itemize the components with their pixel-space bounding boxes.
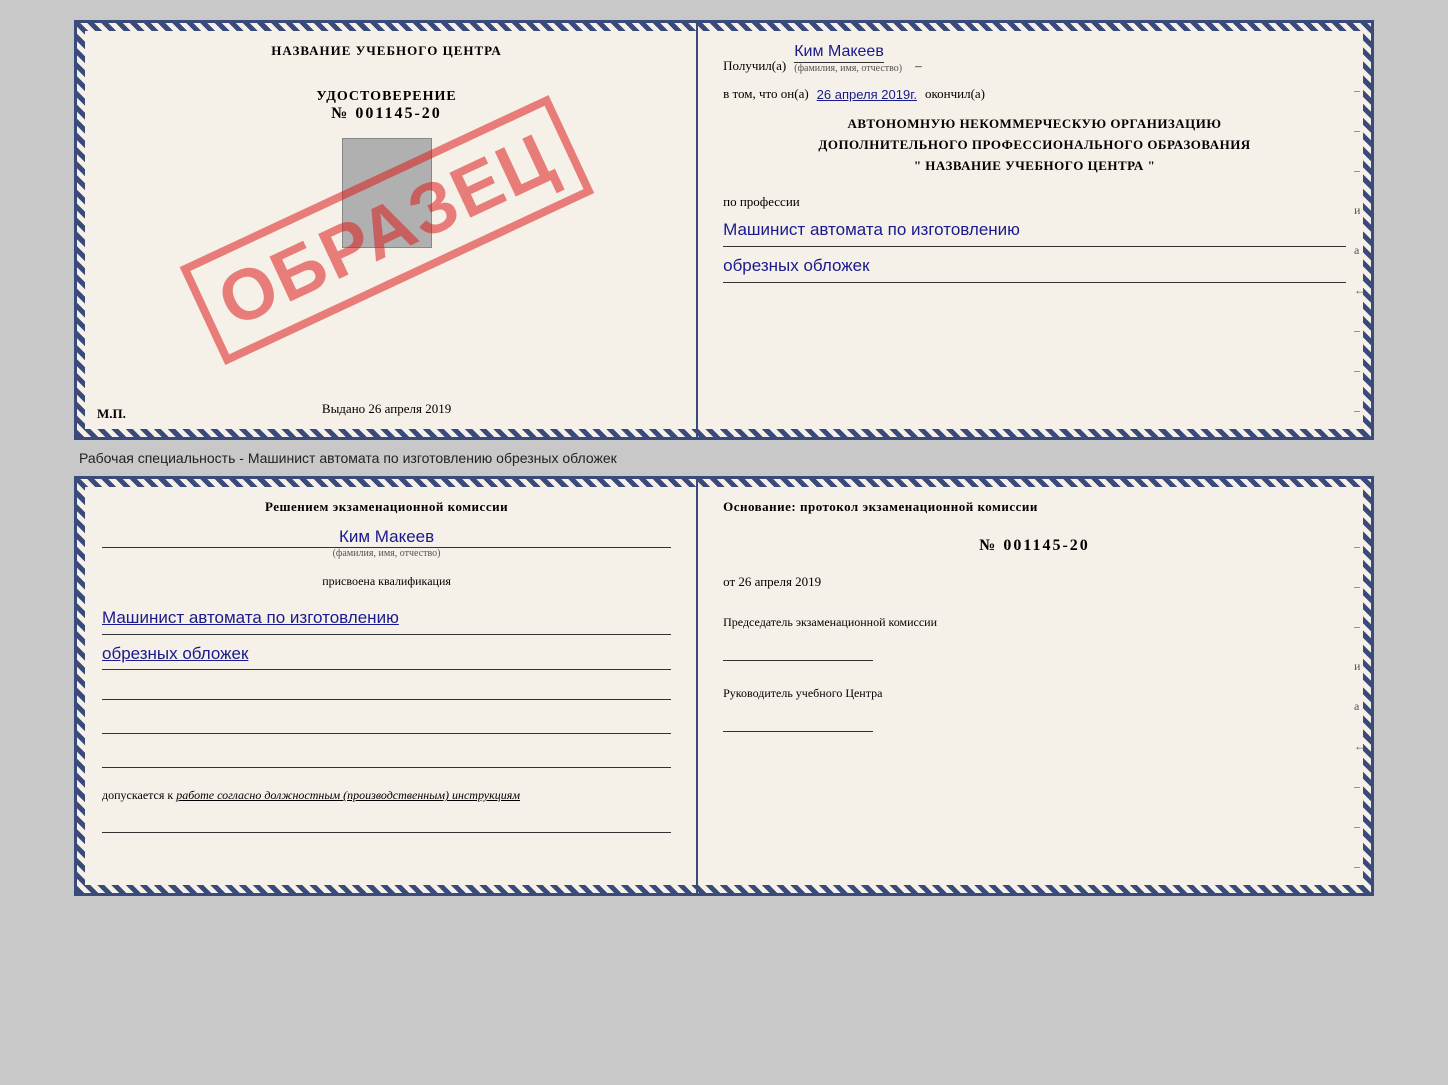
recipient-line: Получил(а) Ким Макеев (фамилия, имя, отч… — [723, 43, 1346, 74]
issued-date-value: 26 апреля 2019 — [368, 401, 451, 416]
caption-text: Рабочая специальность - Машинист автомат… — [74, 450, 617, 466]
recipient-name: Ким Макеев — [794, 43, 884, 63]
org-line3: " НАЗВАНИЕ УЧЕБНОГО ЦЕНТРА " — [723, 156, 1346, 177]
protocol-number: № 001145-20 — [723, 537, 1346, 555]
basis-label: Основание: протокол экзаменационной коми… — [723, 499, 1346, 515]
issued-date: Выдано 26 апреля 2019 — [322, 401, 451, 417]
profession-label: по профессии — [723, 194, 800, 209]
cert-number: № 001145-20 — [331, 105, 442, 123]
blank-lines — [102, 680, 671, 768]
issued-label: Выдано — [322, 401, 365, 416]
допускается-text: работе согласно должностным (производств… — [176, 788, 520, 802]
diploma-left: НАЗВАНИЕ УЧЕБНОГО ЦЕНТРА УДОСТОВЕРЕНИЕ №… — [77, 23, 698, 437]
qualification-label: присвоена квалификация — [102, 574, 671, 589]
mp-label: М.П. — [97, 406, 126, 422]
date-line: в том, что он(а) 26 апреля 2019г. окончи… — [723, 86, 1346, 102]
org-line1: АВТОНОМНУЮ НЕКОММЕРЧЕСКУЮ ОРГАНИЗАЦИЮ — [723, 114, 1346, 135]
dash-after-name: – — [915, 58, 922, 74]
chairman-signature-line — [723, 641, 873, 661]
side-dashes-bottom: – – – и а ← – – – – — [1354, 539, 1366, 896]
diploma-top: НАЗВАНИЕ УЧЕБНОГО ЦЕНТРА УДОСТОВЕРЕНИЕ №… — [74, 20, 1374, 440]
document-container: НАЗВАНИЕ УЧЕБНОГО ЦЕНТРА УДОСТОВЕРЕНИЕ №… — [74, 20, 1374, 896]
commission-text: Решением экзаменационной комиссии — [102, 499, 671, 515]
fio-hint: (фамилия, имя, отчество) — [794, 63, 902, 74]
photo-placeholder — [342, 138, 432, 248]
допускается-block: допускается к работе согласно должностны… — [102, 788, 671, 803]
date-prefix: в том, что он(а) — [723, 86, 809, 102]
chairman-block: Председатель экзаменационной комиссии — [723, 614, 1346, 661]
school-name-top: НАЗВАНИЕ УЧЕБНОГО ЦЕНТРА — [271, 43, 502, 59]
director-title: Руководитель учебного Центра — [723, 685, 1346, 702]
qualification-line2: обрезных обложек — [102, 639, 671, 671]
blank-line-2 — [102, 714, 671, 734]
diploma-bottom-right: Основание: протокол экзаменационной коми… — [698, 479, 1371, 893]
qualification-line1: Машинист автомата по изготовлению — [102, 603, 671, 635]
cert-label: УДОСТОВЕРЕНИЕ — [316, 89, 456, 105]
cert-number-box: УДОСТОВЕРЕНИЕ № 001145-20 — [316, 89, 456, 123]
fio-hint-bottom: (фамилия, имя, отчество) — [102, 548, 671, 559]
person-name: Ким Макеев — [102, 527, 671, 548]
допускается-prefix: допускается к — [102, 788, 173, 802]
protocol-date-value: 26 апреля 2019 — [738, 574, 821, 589]
diploma-right: Получил(а) Ким Макеев (фамилия, имя, отч… — [698, 23, 1371, 437]
date-value: 26 апреля 2019г. — [817, 87, 917, 102]
person-name-block: Ким Макеев (фамилия, имя, отчество) — [102, 525, 671, 559]
profession-block: по профессии Машинист автомата по изгото… — [723, 193, 1346, 282]
protocol-date-prefix: от — [723, 574, 735, 589]
blank-line-3 — [102, 748, 671, 768]
profession-line1: Машинист автомата по изготовлению — [723, 215, 1346, 247]
director-block: Руководитель учебного Центра — [723, 685, 1346, 732]
date-suffix: окончил(а) — [925, 86, 985, 102]
director-signature-line — [723, 712, 873, 732]
chairman-title: Председатель экзаменационной комиссии — [723, 614, 1346, 631]
org-block: АВТОНОМНУЮ НЕКОММЕРЧЕСКУЮ ОРГАНИЗАЦИЮ ДО… — [723, 114, 1346, 176]
qualification-block: Машинист автомата по изготовлению обрезн… — [102, 599, 671, 670]
side-dashes-top: – – – и а ← – – – – — [1354, 83, 1366, 440]
profession-line2: обрезных обложек — [723, 251, 1346, 283]
blank-line-1 — [102, 680, 671, 700]
recipient-prefix: Получил(а) — [723, 58, 786, 74]
diploma-bottom: Решением экзаменационной комиссии Ким Ма… — [74, 476, 1374, 896]
protocol-date: от 26 апреля 2019 — [723, 574, 1346, 590]
diploma-bottom-left: Решением экзаменационной комиссии Ким Ма… — [77, 479, 698, 893]
допускается-line — [102, 813, 671, 833]
org-line2: ДОПОЛНИТЕЛЬНОГО ПРОФЕССИОНАЛЬНОГО ОБРАЗО… — [723, 135, 1346, 156]
